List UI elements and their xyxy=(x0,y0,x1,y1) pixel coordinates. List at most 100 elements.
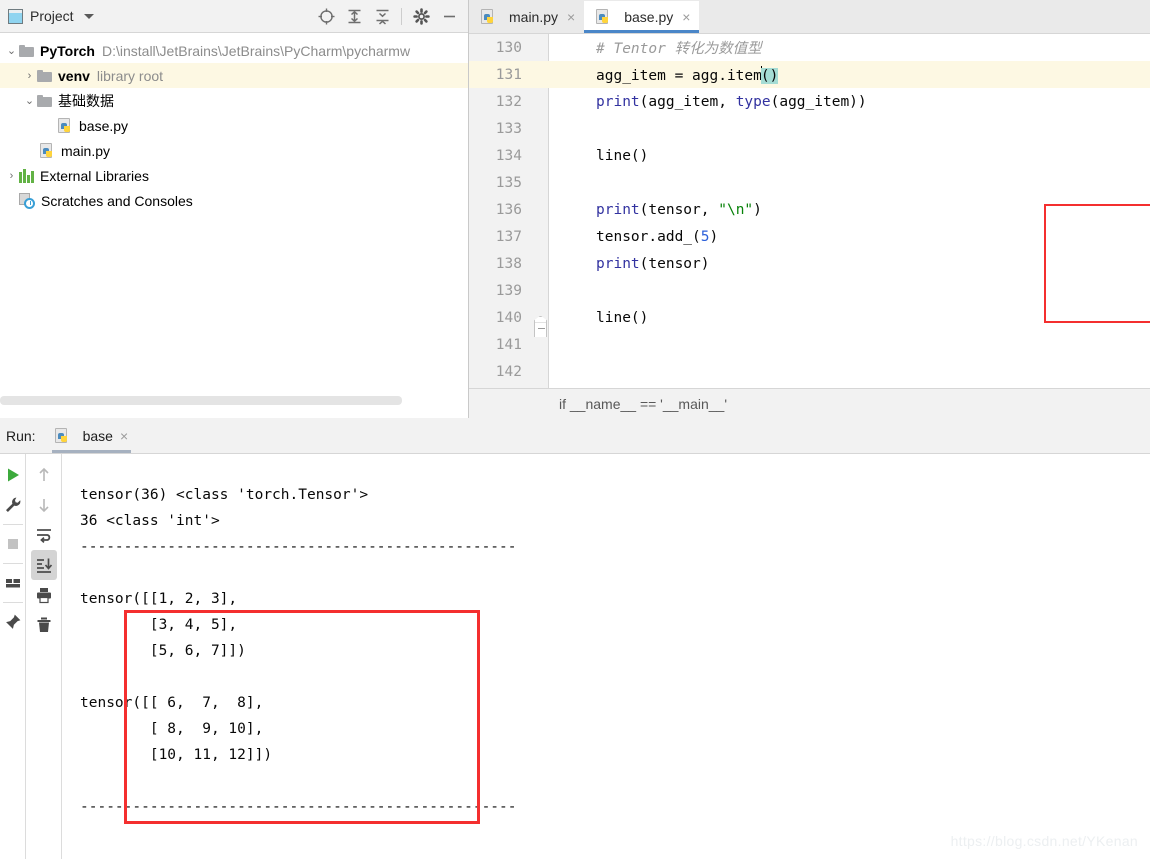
editor-tab-bar: main.py × base.py × xyxy=(469,0,1150,34)
expand-all-icon[interactable] xyxy=(341,3,367,29)
editor-area: main.py × base.py × 130 # Tentor 转化为数值型 13… xyxy=(469,0,1150,418)
tab-main-py[interactable]: main.py × xyxy=(469,1,584,33)
tree-item-pytorch[interactable]: ⌄ PyTorch D:\install\JetBrains\JetBrains… xyxy=(0,38,468,63)
line-number: 137 xyxy=(495,228,522,245)
breadcrumb-label: if __name__ == '__main__' xyxy=(559,395,728,412)
code-line-text: line() xyxy=(596,147,649,164)
toolbar-separator xyxy=(2,563,23,564)
project-window-icon xyxy=(8,8,23,24)
tree-item-base-data-folder[interactable]: ⌄ 基础数据 xyxy=(0,88,468,113)
line-number: 133 xyxy=(495,120,522,137)
tree-item-scratches-and-consoles[interactable]: Scratches and Consoles xyxy=(0,188,468,213)
trash-icon[interactable] xyxy=(31,610,57,640)
console-line: tensor([[1, 2, 3], xyxy=(80,591,238,607)
pin-tab-icon[interactable] xyxy=(0,607,26,637)
arrow-up-icon[interactable] xyxy=(31,460,57,490)
code-line[interactable]: 142 xyxy=(469,358,1150,385)
code-line[interactable]: 141 xyxy=(469,331,1150,358)
hide-minimize-icon[interactable] xyxy=(436,3,462,29)
tree-item-label: 基础数据 xyxy=(58,92,114,109)
breadcrumb[interactable]: if __name__ == '__main__' xyxy=(469,388,1150,418)
close-icon[interactable]: × xyxy=(120,428,128,444)
code-line[interactable]: 137 tensor.add_(5) xyxy=(469,223,1150,250)
code-line[interactable]: 130 # Tentor 转化为数值型 xyxy=(469,34,1150,61)
folder-icon xyxy=(37,94,52,107)
run-tab-label: base xyxy=(82,427,113,444)
stop-icon[interactable] xyxy=(0,529,26,559)
code-line[interactable]: 139 xyxy=(469,277,1150,304)
folder-icon xyxy=(37,69,52,82)
tab-base-py[interactable]: base.py × xyxy=(584,1,700,33)
python-file-icon xyxy=(481,9,496,25)
tree-item-base-py[interactable]: base.py xyxy=(0,113,468,138)
chevron-expanded-icon[interactable]: ⌄ xyxy=(22,94,37,107)
line-number: 142 xyxy=(495,363,522,380)
arrow-down-icon[interactable] xyxy=(31,490,57,520)
layout-icon[interactable] xyxy=(0,568,26,598)
chevron-expanded-icon[interactable]: ⌄ xyxy=(4,44,19,57)
tree-item-label: PyTorch xyxy=(40,42,95,59)
console-line: ----------------------------------------… xyxy=(80,539,517,555)
scratches-icon xyxy=(19,192,36,209)
project-horizontal-scrollbar[interactable] xyxy=(0,396,402,405)
scroll-to-end-icon[interactable] xyxy=(30,550,57,580)
chevron-down-icon[interactable] xyxy=(83,13,94,19)
line-number: 136 xyxy=(495,201,522,218)
tree-item-label: External Libraries xyxy=(40,167,149,184)
tree-item-label: Scratches and Consoles xyxy=(41,192,193,209)
soft-wrap-icon[interactable] xyxy=(31,520,57,550)
code-line[interactable]: 138 print(tensor) xyxy=(469,250,1150,277)
python-file-icon xyxy=(40,142,55,159)
project-title-label: Project xyxy=(30,8,74,24)
locate-target-icon[interactable] xyxy=(313,3,339,29)
console-output[interactable]: tensor(36) <class 'torch.Tensor'> 36 <cla… xyxy=(62,454,1150,859)
tab-label: base.py xyxy=(624,9,674,25)
code-line[interactable]: 133 xyxy=(469,115,1150,142)
code-line[interactable]: 132 print(agg_item, type(agg_item)) xyxy=(469,88,1150,115)
run-icon[interactable] xyxy=(0,460,26,490)
line-number: 141 xyxy=(495,336,522,353)
console-line: [10, 11, 12]]) xyxy=(80,747,273,763)
close-icon[interactable]: × xyxy=(567,9,575,25)
tree-item-main-py[interactable]: main.py xyxy=(0,138,468,163)
run-tool-window: Run: base × tensor(36) <class 'torch.Ten… xyxy=(0,418,1150,859)
collapse-all-icon[interactable] xyxy=(369,3,395,29)
line-number: 132 xyxy=(495,93,522,110)
toolbar-separator xyxy=(2,602,23,603)
console-line-list: tensor(36) <class 'torch.Tensor'> 36 <cla… xyxy=(80,482,1150,820)
wrench-settings-icon[interactable] xyxy=(0,490,26,520)
watermark: https://blog.csdn.net/YKenan xyxy=(950,833,1138,849)
code-line[interactable]: 140 line() xyxy=(469,304,1150,337)
console-line: tensor([[ 6, 7, 8], xyxy=(80,695,264,711)
tree-item-external-libraries[interactable]: › External Libraries xyxy=(0,163,468,188)
chevron-collapsed-icon[interactable]: › xyxy=(4,170,19,182)
code-line[interactable]: 134 line() xyxy=(469,142,1150,169)
close-icon[interactable]: × xyxy=(682,9,690,25)
tree-item-venv[interactable]: › venv library root xyxy=(0,63,468,88)
folder-icon xyxy=(19,44,34,57)
settings-gear-icon[interactable] xyxy=(408,3,434,29)
external-libraries-icon xyxy=(19,168,35,183)
code-line[interactable]: 136 print(tensor, "\n") xyxy=(469,196,1150,223)
pycharm-window: Project ⌄ PyTorch D:\install\JetBrains\J… xyxy=(0,0,1150,859)
code-line[interactable]: 131 agg_item = agg.item() xyxy=(469,61,1150,88)
project-title-button[interactable]: Project xyxy=(8,8,94,24)
code-line-text: print(tensor, "\n") xyxy=(596,201,762,218)
console-line: ----------------------------------------… xyxy=(80,799,517,815)
code-line[interactable]: 135 xyxy=(469,169,1150,196)
print-icon[interactable] xyxy=(31,580,57,610)
project-panel-header: Project xyxy=(0,0,468,33)
chevron-collapsed-icon[interactable]: › xyxy=(22,70,37,82)
toolbar-separator xyxy=(401,7,402,25)
tree-item-label: venv xyxy=(58,67,90,84)
python-file-icon xyxy=(54,427,70,444)
line-number: 134 xyxy=(495,147,522,164)
code-line-text: tensor.add_(5) xyxy=(596,228,719,245)
console-line: [5, 6, 7]]) xyxy=(80,643,246,659)
run-tab-base[interactable]: base × xyxy=(46,418,138,453)
line-number: 131 xyxy=(495,66,522,83)
run-panel-body: tensor(36) <class 'torch.Tensor'> 36 <cla… xyxy=(0,454,1150,859)
console-line: [ 8, 9, 10], xyxy=(80,721,264,737)
code-editor[interactable]: 130 # Tentor 转化为数值型 131 agg_item = agg.item… xyxy=(469,34,1150,394)
